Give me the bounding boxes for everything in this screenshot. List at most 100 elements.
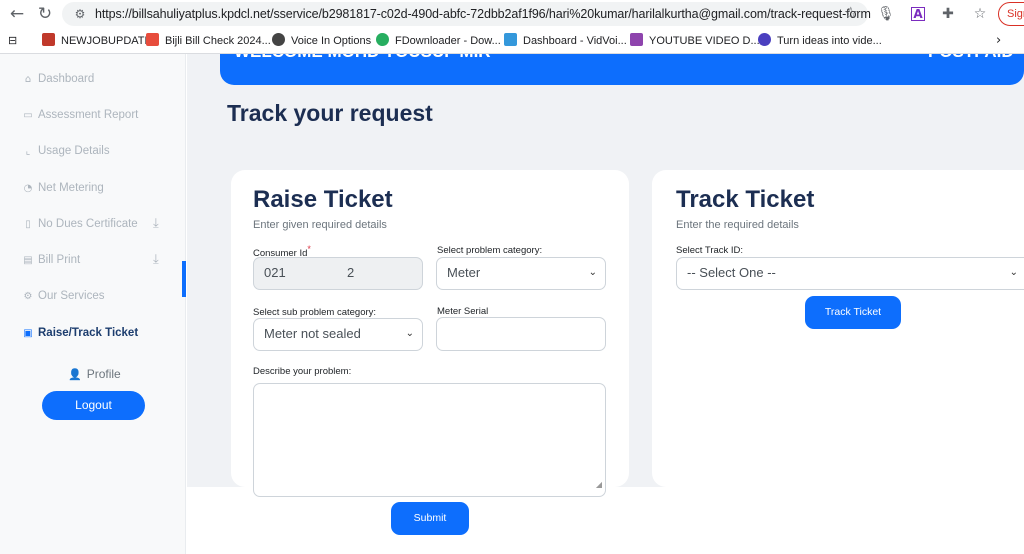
track-id-select[interactable]: -- Select One -- ⌄ xyxy=(676,257,1024,290)
sidebar-item-label: No Dues Certificate xyxy=(38,218,138,230)
bookmark-item[interactable]: Bijli Bill Check 2024... xyxy=(146,32,271,50)
sidebar-item-label: Assessment Report xyxy=(38,109,139,121)
describe-problem-label: Describe your problem: xyxy=(253,366,352,377)
bookmark-item[interactable]: Voice In Options xyxy=(272,32,371,50)
download-icon[interactable]: ⤓ xyxy=(153,252,159,267)
bookmark-favicon xyxy=(504,33,517,46)
sidebar-item-label: Raise/Track Ticket xyxy=(38,327,139,339)
sidebar-item-label: Net Metering xyxy=(38,182,104,194)
browser-toolbar: ← ↻ ⚙ https://billsahuliyatplus.kpdcl.ne… xyxy=(0,0,1024,28)
welcome-banner: WELCOME MOHD YOUSUF MIR POSTPAID xyxy=(220,54,1024,85)
submit-button[interactable]: Submit xyxy=(391,502,469,535)
address-bar[interactable]: ⚙ https://billsahuliyatplus.kpdcl.net/ss… xyxy=(62,2,871,26)
profile-label: Profile xyxy=(86,367,121,381)
consumer-id-value-end: 2 xyxy=(347,265,355,280)
chevron-down-icon: ⌄ xyxy=(588,267,597,278)
ticket-icon: ▣ xyxy=(23,328,33,339)
bookmark-item[interactable]: FDownloader - Dow... xyxy=(376,32,501,50)
track-ticket-button[interactable]: Track Ticket xyxy=(805,296,901,329)
extension-a-icon[interactable]: A xyxy=(911,7,925,21)
sidebar-item-label: Usage Details xyxy=(38,145,110,157)
browser-chrome: ← ↻ ⚙ https://billsahuliyatplus.kpdcl.ne… xyxy=(0,0,1024,54)
sub-problem-category-label: Select sub problem category: xyxy=(253,307,377,318)
bookmark-favicon xyxy=(272,33,285,46)
sidebar-item-label: Our Services xyxy=(38,290,105,302)
bookmark-label: Bijli Bill Check 2024... xyxy=(165,35,271,47)
plan-text: POSTPAID xyxy=(928,54,1014,62)
bookmark-label: FDownloader - Dow... xyxy=(395,35,501,47)
sidebar-item-dashboard[interactable]: ⌂ Dashboard xyxy=(22,70,94,88)
gauge-icon: ◔ xyxy=(23,183,33,194)
bookmark-label: NEWJOBUPDATE xyxy=(61,35,152,47)
bookmark-item[interactable]: YOUTUBE VIDEO D... xyxy=(630,32,760,50)
sidebar-item-bill-print[interactable]: ▤ Bill Print xyxy=(22,251,80,269)
sub-problem-category-select[interactable]: Meter not sealed ⌄ xyxy=(253,318,423,351)
back-icon[interactable]: ← xyxy=(6,3,28,25)
raise-ticket-subtitle: Enter given required details xyxy=(253,219,387,231)
describe-problem-textarea[interactable]: ◢ xyxy=(253,383,606,497)
page-title: Track your request xyxy=(227,100,433,126)
profile-link[interactable]: 👤 Profile xyxy=(68,367,121,381)
chevron-down-icon: ⌄ xyxy=(405,328,414,339)
active-indicator xyxy=(182,261,186,297)
problem-category-label: Select problem category: xyxy=(437,245,543,256)
resize-handle-icon[interactable]: ◢ xyxy=(596,476,602,494)
sidebar-item-our-services[interactable]: ⚙ Our Services xyxy=(22,287,105,305)
favorites-icon[interactable]: ☆ xyxy=(970,4,990,24)
sidebar-item-usage-details[interactable]: ⌞ Usage Details xyxy=(22,142,110,160)
file-icon: ▯ xyxy=(25,219,31,230)
bookmark-label: YOUTUBE VIDEO D... xyxy=(649,35,760,47)
meter-serial-input[interactable] xyxy=(436,317,606,351)
bookmark-item[interactable]: Dashboard - VidVoi... xyxy=(504,32,627,50)
bookmark-favicon xyxy=(376,33,389,46)
bookmark-label: Dashboard - VidVoi... xyxy=(523,35,627,47)
track-id-value: -- Select One -- xyxy=(687,265,776,280)
sidebar-item-no-dues-certificate[interactable]: ▯ No Dues Certificate xyxy=(22,215,138,233)
url-text[interactable]: https://billsahuliyatplus.kpdcl.net/sser… xyxy=(95,2,871,26)
consumer-id-value-start: 021 xyxy=(264,265,286,280)
bookmark-label: Turn ideas into vide... xyxy=(777,35,882,47)
reload-icon[interactable]: ↻ xyxy=(34,3,56,25)
sub-problem-category-value: Meter not sealed xyxy=(264,326,361,341)
bookmark-star-icon[interactable]: ☆ xyxy=(844,3,858,22)
required-marker: * xyxy=(307,244,311,254)
chevron-down-icon: ⌄ xyxy=(1009,267,1018,278)
gears-icon: ⚙ xyxy=(23,291,33,302)
meter-serial-label: Meter Serial xyxy=(437,306,489,317)
bookmark-label: Voice In Options xyxy=(291,35,372,47)
user-icon: 👤 xyxy=(68,368,82,381)
reading-mode-icon[interactable]: ⊟ xyxy=(8,32,22,50)
bookmark-favicon xyxy=(146,33,159,46)
home-icon: ⌂ xyxy=(24,74,32,85)
logout-button[interactable]: Logout xyxy=(42,391,145,420)
problem-category-select[interactable]: Meter ⌄ xyxy=(436,257,606,290)
sidebar-item-raise-track-ticket[interactable]: ▣ Raise/Track Ticket xyxy=(22,324,138,342)
redaction-mask xyxy=(290,264,346,284)
bookmark-favicon xyxy=(758,33,771,46)
sidebar-item-label: Bill Print xyxy=(38,254,81,266)
sign-in-button[interactable]: Sign xyxy=(998,2,1024,26)
track-id-label: Select Track ID: xyxy=(676,245,744,256)
consumer-id-field[interactable]: 021 2 xyxy=(253,257,423,290)
bookmark-item[interactable]: NEWJOBUPDATE xyxy=(42,32,152,50)
problem-category-value: Meter xyxy=(447,265,481,280)
extensions-puzzle-icon[interactable]: ✚ xyxy=(938,4,958,24)
bookmark-favicon xyxy=(630,33,643,46)
track-ticket-title: Track Ticket xyxy=(676,186,815,213)
sidebar-item-net-metering[interactable]: ◔ Net Metering xyxy=(22,179,104,197)
bookmarks-bar: ⊟ NEWJOBUPDATE Bijli Bill Check 2024... … xyxy=(0,30,1024,52)
welcome-text: WELCOME MOHD YOUSUF MIR xyxy=(234,54,491,62)
report-icon: ▭ xyxy=(23,110,33,121)
bookmark-item[interactable]: Turn ideas into vide... xyxy=(758,32,882,50)
track-ticket-subtitle: Enter the required details xyxy=(676,219,799,231)
microphone-icon[interactable]: 🎙 xyxy=(876,4,896,24)
download-icon[interactable]: ⤓ xyxy=(153,216,159,231)
raise-ticket-title: Raise Ticket xyxy=(253,186,393,213)
bookmarks-overflow-chevron-icon[interactable]: › xyxy=(996,32,1001,50)
document-icon: ▤ xyxy=(23,255,33,266)
chart-icon: ⌞ xyxy=(25,146,31,157)
site-info-icon[interactable]: ⚙ xyxy=(72,6,88,22)
sidebar-item-assessment-report[interactable]: ▭ Assessment Report xyxy=(22,106,138,124)
sidebar-item-label: Dashboard xyxy=(38,73,95,85)
bookmark-favicon xyxy=(42,33,55,46)
